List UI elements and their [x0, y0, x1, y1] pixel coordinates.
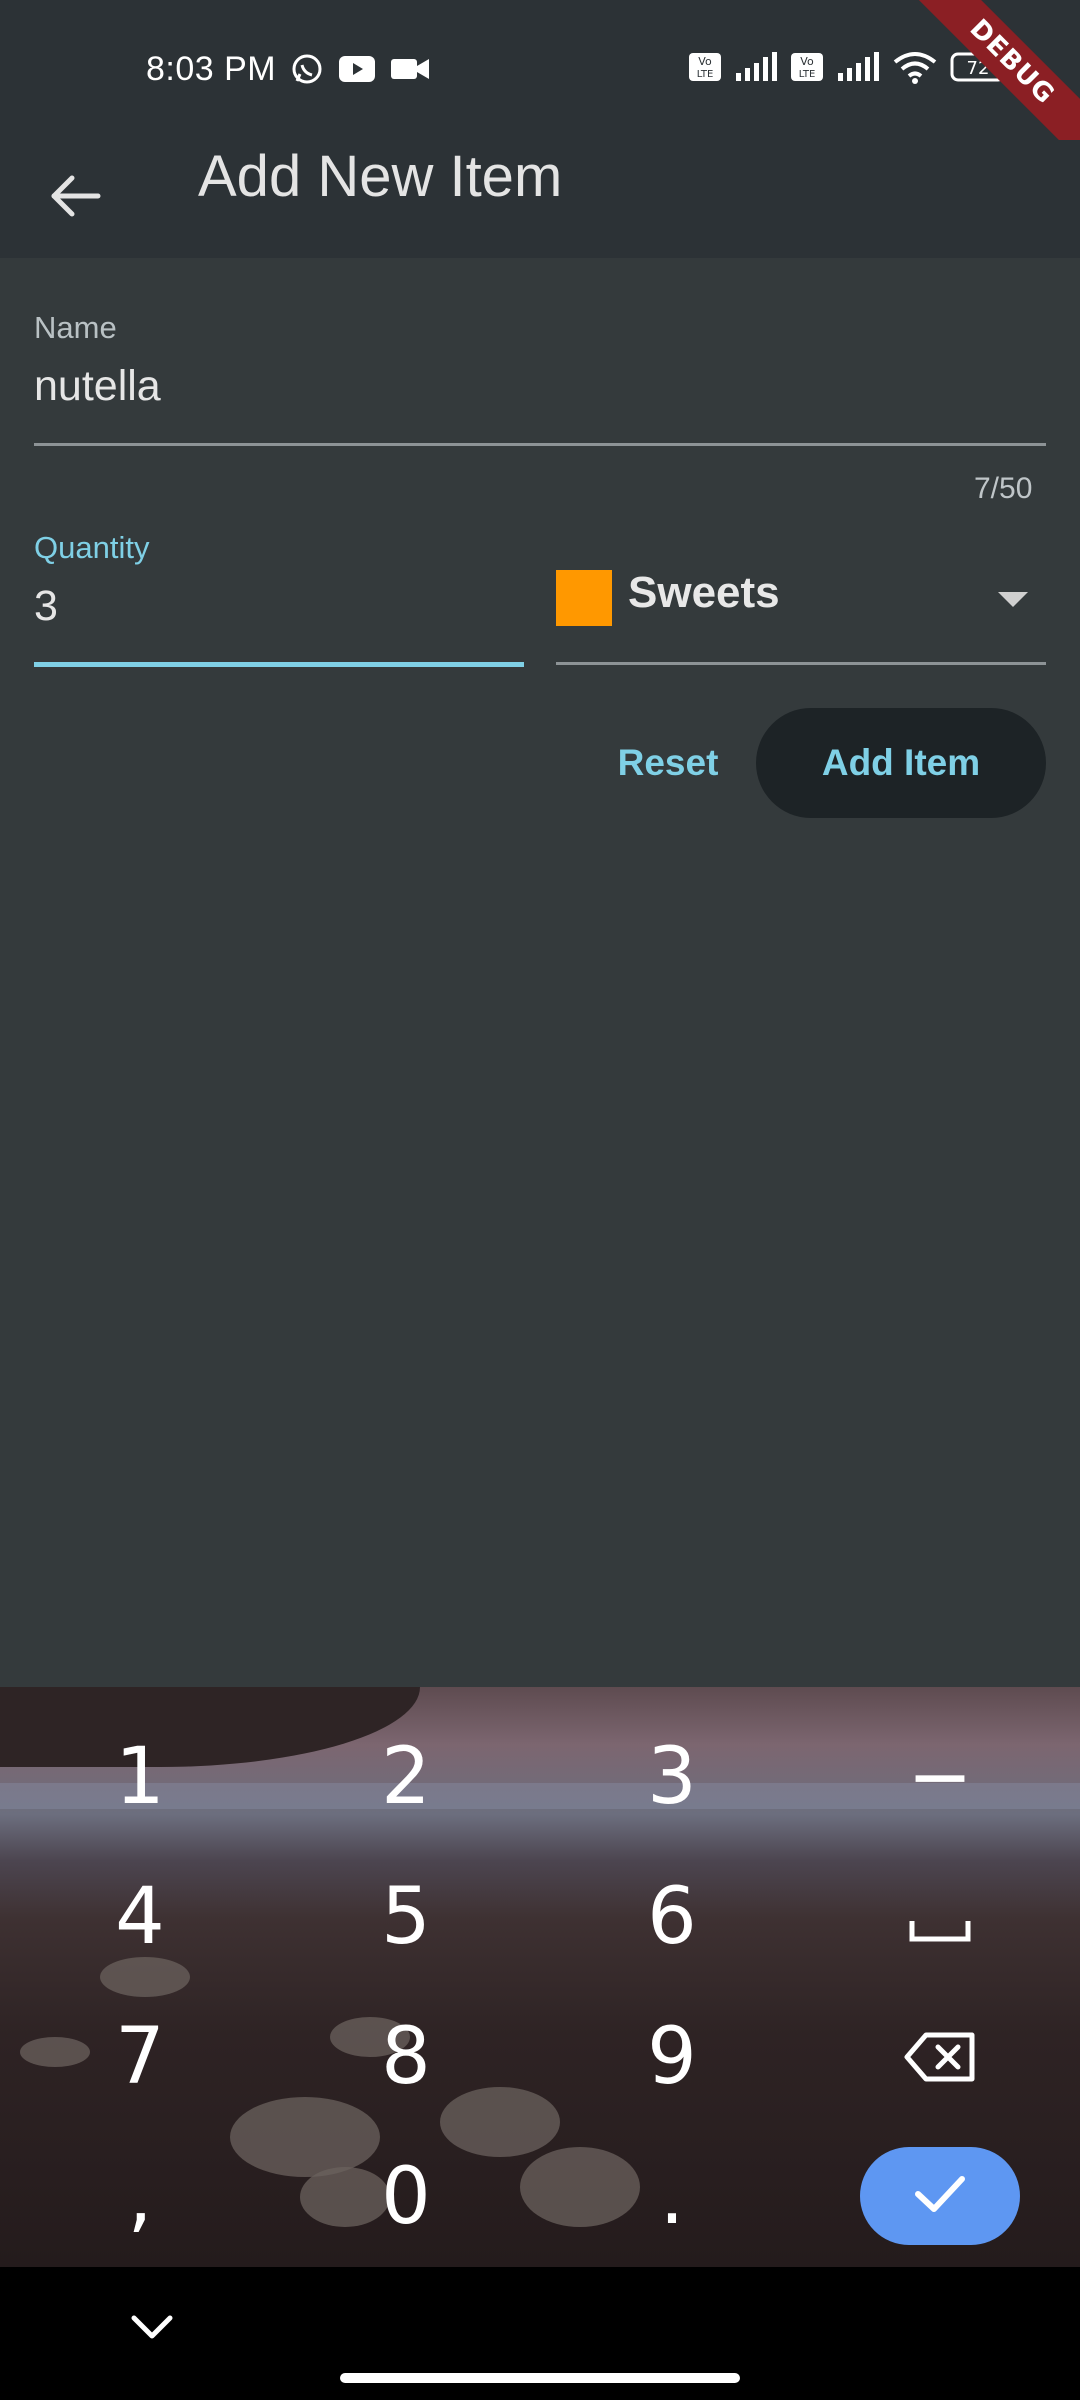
- name-field-label: Name: [34, 310, 117, 345]
- key-period[interactable]: .: [572, 2137, 772, 2257]
- key-9[interactable]: 9: [572, 1997, 772, 2117]
- numeric-keyboard: 1 2 3 − 4 5 6 7 8 9 , 0 .: [0, 1687, 1080, 2267]
- signal-icon: [734, 51, 778, 83]
- home-indicator[interactable]: [340, 2373, 740, 2383]
- key-7[interactable]: 7: [40, 1997, 240, 2117]
- volte-icon: Vo LTE: [688, 52, 722, 82]
- chevron-down-icon: [128, 2312, 176, 2347]
- key-backspace[interactable]: [840, 1997, 1040, 2117]
- volte-icon: Vo LTE: [790, 52, 824, 82]
- key-5[interactable]: 5: [306, 1857, 506, 1977]
- status-right-icons: Vo LTE Vo LTE 72: [688, 50, 1012, 84]
- navigation-bar: [0, 2267, 1080, 2400]
- arrow-back-icon: [50, 174, 102, 223]
- whatsapp-icon: [290, 52, 324, 86]
- status-time: 8:03 PM: [146, 50, 277, 88]
- key-2[interactable]: 2: [306, 1717, 506, 1837]
- key-space[interactable]: [840, 1857, 1040, 1977]
- space-icon: [908, 1872, 972, 1962]
- quantity-field-value[interactable]: 3: [34, 582, 58, 631]
- page-title: Add New Item: [198, 144, 563, 209]
- svg-text:Vo: Vo: [698, 55, 712, 68]
- status-bar: 8:03 PM Vo LTE Vo LTE 72 DEBUG: [0, 0, 1080, 170]
- add-item-button[interactable]: Add Item: [756, 708, 1046, 818]
- youtube-icon: [338, 54, 376, 84]
- wifi-icon: [892, 50, 938, 84]
- name-field-underline: [34, 443, 1046, 446]
- status-left-icons: [290, 52, 430, 86]
- key-minus[interactable]: −: [840, 1717, 1040, 1837]
- svg-text:Vo: Vo: [800, 55, 814, 68]
- name-field-counter: 7/50: [974, 472, 1033, 505]
- quantity-field-label: Quantity: [34, 530, 150, 565]
- key-8[interactable]: 8: [306, 1997, 506, 2117]
- key-6[interactable]: 6: [572, 1857, 772, 1977]
- svg-text:LTE: LTE: [799, 69, 816, 80]
- key-1[interactable]: 1: [40, 1717, 240, 1837]
- key-comma[interactable]: ,: [40, 2137, 240, 2257]
- backspace-icon: [904, 2012, 976, 2102]
- name-field-value[interactable]: nutella: [34, 362, 161, 411]
- svg-text:LTE: LTE: [697, 69, 714, 80]
- key-0[interactable]: 0: [306, 2137, 506, 2257]
- category-color-swatch: [556, 570, 612, 626]
- key-3[interactable]: 3: [572, 1717, 772, 1837]
- back-button[interactable]: [40, 162, 112, 234]
- reset-button[interactable]: Reset: [600, 708, 736, 818]
- video-camera-icon: [390, 55, 430, 83]
- category-selected[interactable]: Sweets: [628, 568, 780, 618]
- check-icon: [912, 2172, 968, 2221]
- category-underline: [556, 662, 1046, 665]
- key-4[interactable]: 4: [40, 1857, 240, 1977]
- key-done[interactable]: [860, 2147, 1020, 2245]
- dropdown-arrow-icon[interactable]: [998, 592, 1028, 607]
- collapse-keyboard-button[interactable]: [120, 2297, 184, 2361]
- signal-icon: [836, 51, 880, 83]
- quantity-field-underline: [34, 662, 524, 667]
